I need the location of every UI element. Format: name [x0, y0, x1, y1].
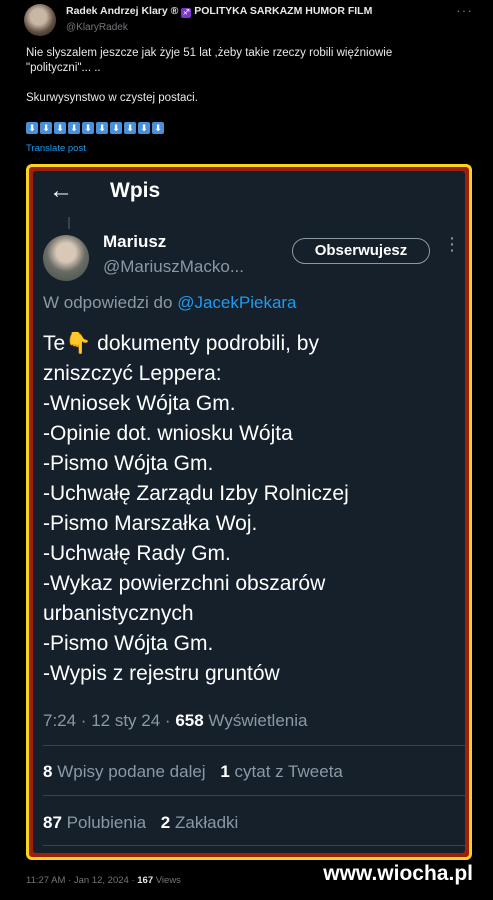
thread-line — [68, 217, 70, 229]
divider — [43, 795, 465, 796]
outer-author-handle[interactable]: @KlaryRadek — [66, 22, 128, 33]
views-label: Wyświetlenia — [208, 711, 308, 730]
views-count: 658 — [175, 711, 204, 730]
outer-views-label: Views — [155, 875, 181, 886]
down-arrow-icon: ⬇ — [138, 122, 150, 134]
reposts-label: Wpisy podane dalej — [57, 762, 206, 781]
down-arrow-icon: ⬇ — [110, 122, 122, 134]
author-tagline: POLITYKA SARKAZM HUMOR FILM — [194, 5, 373, 17]
tweet-line: -Wykaz powierzchni obszarów — [43, 572, 326, 595]
likes-count: 87 — [43, 813, 62, 832]
reply-to-line: W odpowiedzi do @JacekPiekara — [43, 293, 297, 313]
tweet-line: -Pismo Wójta Gm. — [43, 452, 214, 475]
watermark-logo: www.wiocha.pl — [323, 862, 473, 885]
post-text-line: Nie slyszalem jeszcze jak żyje 51 lat ,ż… — [26, 47, 393, 59]
tweet-line: urbanistycznych — [43, 602, 194, 625]
down-arrow-icon: ⬇ — [54, 122, 66, 134]
likes-label: Polubienia — [66, 813, 147, 832]
embedded-screenshot: ← Wpis Mariusz @MariuszMacko... Obserwuj… — [33, 171, 465, 853]
reposts-stats[interactable]: 8 Wpisy podane dalej 1 cytat z Tweeta — [43, 762, 343, 782]
header-title: Wpis — [110, 179, 161, 202]
outer-author-name[interactable]: Radek Andrzej Klary ® ♐ POLITYKA SARKAZM… — [66, 5, 372, 18]
divider — [43, 745, 465, 746]
tweet-line: -Pismo Wójta Gm. — [43, 632, 214, 655]
down-arrow-icon: ⬇ — [96, 122, 108, 134]
translate-post-link[interactable]: Translate post — [26, 143, 86, 154]
tweet-line: -Wniosek Wójta Gm. — [43, 392, 236, 415]
author-display-name: Radek Andrzej Klary ® — [66, 5, 179, 17]
tweet-meta: 7:24 · 12 sty 24 · 658 Wyświetlenia — [43, 711, 307, 731]
down-arrow-icon: ⬇ — [26, 122, 38, 134]
sagittarius-badge-icon: ♐ — [181, 8, 192, 18]
down-arrow-icon: ⬇ — [40, 122, 52, 134]
post-text-line: "polityczni"... .. — [26, 62, 101, 74]
outer-views-count: 167 — [137, 875, 154, 886]
bookmarks-count: 2 — [160, 813, 171, 832]
tweet-line: zniszczyć Leppera: — [43, 362, 222, 385]
following-button[interactable]: Obserwujesz — [292, 238, 430, 264]
likes-stats[interactable]: 87 Polubienia 2 Zakładki — [43, 813, 238, 833]
down-arrow-icon: ⬇ — [82, 122, 94, 134]
down-arrow-icon: ⬇ — [152, 122, 164, 134]
tweet-line: -Uchwałę Rady Gm. — [43, 542, 231, 565]
inner-avatar[interactable] — [43, 235, 89, 281]
tweet-line: -Opinie dot. wniosku Wójta — [43, 422, 293, 445]
reply-prefix: W odpowiedzi do — [43, 293, 173, 312]
more-options-icon[interactable]: ··· — [456, 2, 473, 18]
tweet-line: -Pismo Marszałka Woj. — [43, 512, 258, 535]
quotes-count: 1 — [220, 762, 230, 781]
inner-more-icon[interactable]: ⋮ — [443, 235, 461, 253]
tweet-line: -Uchwałę Zarządu Izby Rolniczej — [43, 482, 349, 505]
tweet-body: Te👇 dokumenty podrobili, by zniszczyć Lep… — [43, 329, 453, 689]
down-arrow-icon: ⬇ — [124, 122, 136, 134]
back-arrow-icon[interactable]: ← — [49, 177, 73, 205]
outer-post-text: Nie slyszalem jeszcze jak żyje 51 lat ,ż… — [26, 46, 471, 106]
inner-author-handle[interactable]: @MariuszMacko... — [103, 257, 244, 277]
screenshot-frame: ← Wpis Mariusz @MariuszMacko... Obserwuj… — [26, 164, 472, 860]
tweet-line: -Wypis z rejestru gruntów — [43, 662, 280, 685]
outer-avatar[interactable] — [24, 4, 56, 36]
down-arrows-emoji-row: ⬇ ⬇ ⬇ ⬇ ⬇ ⬇ ⬇ ⬇ ⬇ ⬇ — [26, 122, 164, 134]
post-text-line: Skurwysynstwo w czystej postaci. — [26, 92, 198, 104]
inner-author-name[interactable]: Mariusz — [103, 232, 166, 252]
reply-mention-link[interactable]: @JacekPiekara — [177, 293, 296, 312]
down-arrow-icon: ⬇ — [68, 122, 80, 134]
bookmarks-label: Zakładki — [175, 813, 239, 832]
quotes-label: cytat z Tweeta — [234, 762, 343, 781]
reposts-count: 8 — [43, 762, 53, 781]
tweet-line: Te👇 dokumenty podrobili, by — [43, 332, 319, 355]
tweet-time[interactable]: 7:24 · 12 sty 24 · — [43, 711, 171, 730]
divider — [43, 845, 465, 846]
outer-timestamp[interactable]: 11:27 AM · Jan 12, 2024 · — [26, 875, 135, 886]
outer-post-footer: 11:27 AM · Jan 12, 2024 · 167 Views — [26, 875, 181, 886]
